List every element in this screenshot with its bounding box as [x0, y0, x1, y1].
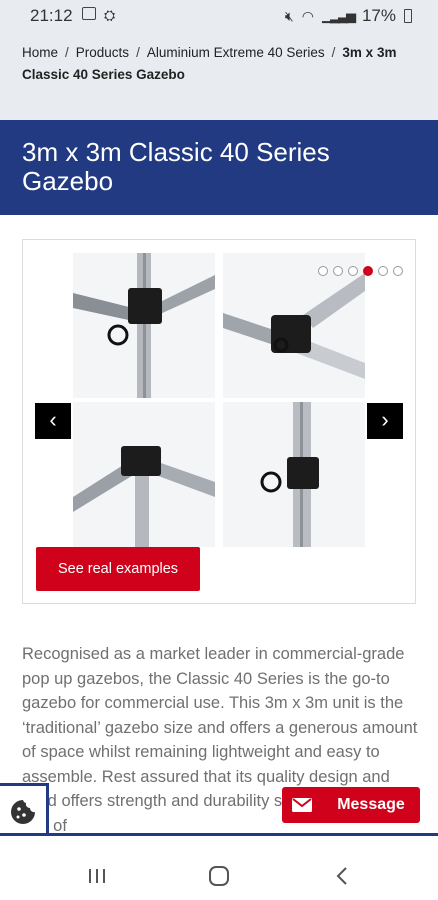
- gallery-photo-joint-bottom-right: [223, 402, 365, 547]
- carousel-dot[interactable]: [318, 266, 328, 276]
- chevron-right-icon: ›: [381, 407, 389, 432]
- breadcrumb-home[interactable]: Home: [22, 45, 58, 60]
- gazebo-joint-image: [73, 253, 215, 398]
- see-real-examples-button[interactable]: See real examples: [36, 547, 200, 591]
- gallery-photo-joint-top-left: [73, 253, 215, 398]
- carousel-dot[interactable]: [348, 266, 358, 276]
- carousel-dot[interactable]: [378, 266, 388, 276]
- breadcrumb-separator: /: [331, 45, 336, 60]
- message-button[interactable]: Message: [282, 787, 420, 823]
- notification-icon: ⛭: [104, 7, 116, 23]
- signal-icon: ▁▂▃▅: [321, 8, 356, 23]
- product-gallery[interactable]: ‹ › See real examples: [22, 239, 416, 604]
- title-banner: 3m x 3m Classic 40 Series Gazebo: [0, 120, 438, 215]
- status-bar: 21:12 ⛭ 🔇︎ ◠ ▁▂▃▅ 17%: [0, 0, 438, 32]
- wifi-icon: ◠: [301, 7, 314, 24]
- breadcrumb-series[interactable]: Aluminium Extreme 40 Series: [147, 45, 325, 60]
- back-button[interactable]: [322, 862, 362, 890]
- carousel-dot-active[interactable]: [363, 266, 373, 276]
- image-icon: [82, 7, 96, 20]
- cookie-settings-button[interactable]: [0, 783, 49, 836]
- gazebo-joint-image: [73, 402, 215, 547]
- gazebo-joint-image: [223, 402, 365, 547]
- chevron-left-icon: ‹: [49, 407, 57, 432]
- page-title: 3m x 3m Classic 40 Series Gazebo: [22, 137, 330, 196]
- breadcrumb: Home / Products / Aluminium Extreme 40 Serie…: [0, 32, 438, 120]
- back-icon: [336, 867, 347, 885]
- home-icon: [209, 866, 229, 886]
- battery-icon: [404, 9, 412, 23]
- mute-icon: 🔇︎: [284, 7, 294, 24]
- carousel-dots: [318, 266, 403, 276]
- envelope-icon: [282, 798, 322, 812]
- cookie-bar-border: [49, 833, 438, 836]
- carousel-dot[interactable]: [393, 266, 403, 276]
- recents-icon: [89, 869, 105, 883]
- breadcrumb-products[interactable]: Products: [76, 45, 129, 60]
- status-time: 21:12: [30, 6, 73, 25]
- system-nav-bar: [0, 852, 438, 900]
- recents-button[interactable]: [77, 862, 117, 890]
- breadcrumb-separator: /: [136, 45, 140, 60]
- gallery-photo-joint-bottom-left: [73, 402, 215, 547]
- cookie-icon: [11, 800, 35, 824]
- carousel-prev-button[interactable]: ‹: [35, 403, 71, 439]
- carousel-dot[interactable]: [333, 266, 343, 276]
- home-button[interactable]: [199, 862, 239, 890]
- message-label: Message: [337, 796, 405, 813]
- carousel-next-button[interactable]: ›: [367, 403, 403, 439]
- breadcrumb-separator: /: [65, 45, 69, 60]
- battery-percent: 17%: [361, 6, 396, 25]
